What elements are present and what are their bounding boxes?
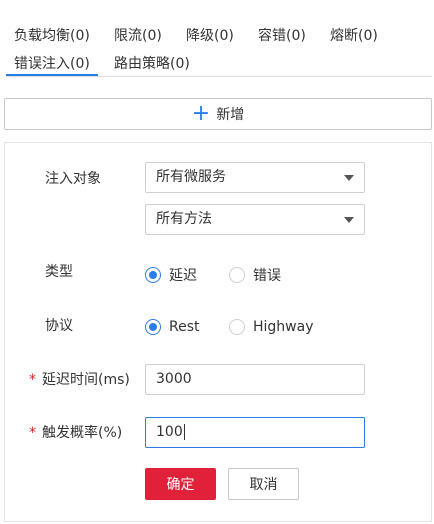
tab-divider (6, 76, 432, 77)
tab-routing-policy[interactable]: 路由策略(0) (114, 54, 190, 74)
protocol-radio-highway-label: Highway (253, 319, 314, 335)
chevron-down-icon (344, 217, 354, 223)
type-radio-delay[interactable]: 延迟 (145, 265, 197, 285)
radio-unchecked-icon (229, 319, 245, 335)
method-select-value: 所有方法 (156, 211, 212, 227)
protocol-radio-highway[interactable]: Highway (229, 319, 314, 335)
delay-label-text: 延迟时间(ms) (42, 372, 130, 388)
probability-label-text: 触发概率(%) (42, 425, 123, 441)
service-select-value: 所有微服务 (156, 169, 226, 185)
radio-unchecked-icon (229, 267, 245, 283)
tab-rate-limit[interactable]: 限流(0) (114, 26, 162, 46)
service-select[interactable]: 所有微服务 (145, 162, 365, 193)
tab-bar: 负载均衡(0) 限流(0) 降级(0) 容错(0) 熔断(0) 错误注入(0) … (0, 0, 434, 80)
add-button[interactable]: + 新增 (4, 98, 432, 130)
required-marker: * (29, 425, 36, 441)
type-radio-delay-label: 延迟 (169, 268, 197, 284)
radio-checked-icon (145, 319, 161, 335)
tab-fault-tolerance[interactable]: 容错(0) (258, 26, 306, 46)
chevron-down-icon (344, 175, 354, 181)
tab-degradation[interactable]: 降级(0) (186, 26, 234, 46)
type-label: 类型 (45, 264, 73, 280)
confirm-button[interactable]: 确定 (145, 468, 216, 500)
cancel-button-label: 取消 (249, 477, 278, 493)
radio-checked-icon (145, 267, 161, 283)
fault-injection-form: 注入对象 所有微服务 所有方法 类型 延迟 错误 协议 Rest Highway… (4, 142, 432, 522)
probability-input-value: 100 (156, 424, 183, 440)
probability-label: * 触发概率(%) (29, 423, 122, 443)
target-label: 注入对象 (45, 171, 101, 187)
protocol-label: 协议 (45, 318, 73, 334)
method-select[interactable]: 所有方法 (145, 204, 365, 235)
text-cursor (183, 424, 185, 440)
protocol-radio-rest-label: Rest (169, 319, 200, 335)
tab-fault-injection[interactable]: 错误注入(0) (14, 54, 90, 74)
protocol-radio-rest[interactable]: Rest (145, 319, 200, 335)
tab-circuit-breaker[interactable]: 熔断(0) (330, 26, 378, 46)
plus-icon: + (191, 101, 211, 126)
add-button-label: 新增 (216, 107, 245, 123)
confirm-button-label: 确定 (166, 477, 195, 493)
probability-input[interactable]: 100 (145, 417, 365, 448)
type-radio-error[interactable]: 错误 (229, 265, 281, 285)
type-radio-error-label: 错误 (253, 268, 281, 284)
required-marker: * (29, 372, 36, 388)
delay-input[interactable]: 3000 (145, 364, 365, 395)
cancel-button[interactable]: 取消 (228, 468, 299, 500)
tab-load-balancing[interactable]: 负载均衡(0) (14, 26, 90, 46)
delay-input-value: 3000 (156, 371, 192, 387)
delay-label: * 延迟时间(ms) (29, 370, 130, 390)
